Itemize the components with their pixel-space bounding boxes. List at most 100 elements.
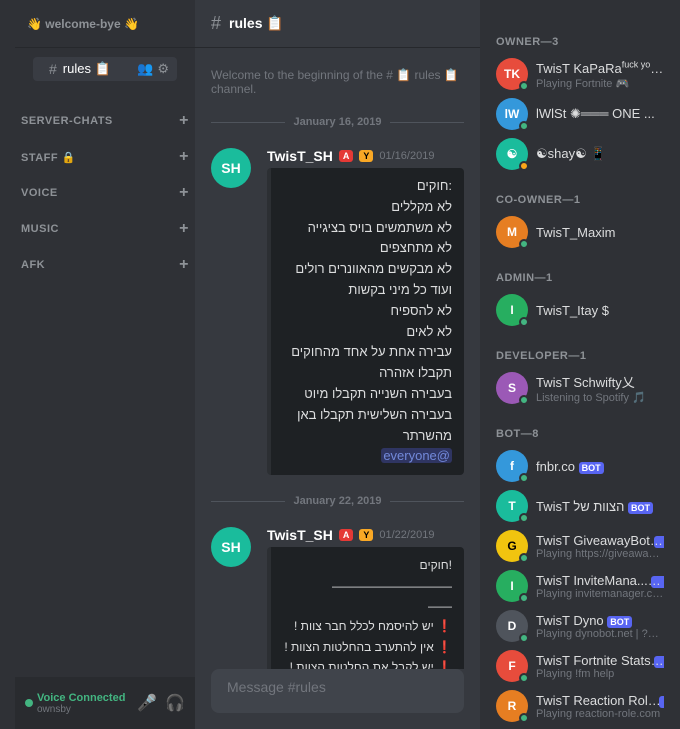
voice-status-bar: Voice Connected ownsby 🎤 🎧 — [15, 677, 195, 729]
member-item-schwifty[interactable]: S TwisT Schwifty乂 Listening to Spotify 🎵 — [488, 368, 672, 408]
member-category-bot: BOT—8 — [488, 412, 672, 446]
category-staff[interactable]: STAFF 🔒 + — [15, 134, 195, 170]
headphone-icon[interactable]: 🎧 — [165, 693, 185, 713]
avatar-2: SH — [211, 527, 251, 567]
badge-a-2: A — [339, 529, 354, 541]
member-item-maxim[interactable]: M TwisT_Maxim — [488, 212, 672, 252]
member-item-giveaway[interactable]: G TwisT GiveawayBot BOT Playing https://… — [488, 526, 672, 566]
status-dot-itay — [519, 317, 529, 327]
voice-indicator: Voice Connected ownsby — [25, 692, 131, 715]
member-status-schwifty: Listening to Spotify 🎵 — [536, 391, 664, 404]
add-channel-music-icon[interactable]: + — [179, 220, 189, 238]
message-2: SH TwisT_SH A Y 01/22/2019 !חוקים ——————… — [195, 523, 480, 669]
member-status-kapara: Playing Fortnite 🎮 — [536, 77, 664, 90]
chat-messages: Welcome to the beginning of the # 📋 rule… — [195, 48, 480, 669]
member-item-kapara[interactable]: TK TwisT KaPaRafuck you 乂 Playing Fortni… — [488, 54, 672, 94]
member-item-fortnite[interactable]: F TwisT Fortnite Stats BOT Playing !fm h… — [488, 646, 672, 686]
server-name-text: 👋 welcome-bye 👋 — [27, 17, 139, 31]
member-item-shay[interactable]: ☯ ☯shay☯ 📱 — [488, 134, 672, 174]
avatar-giveaway: G — [496, 530, 528, 562]
voice-username: ownsby — [37, 704, 125, 715]
category-server-chats[interactable]: SERVER-CHATS + — [15, 98, 195, 134]
member-info-dyno: TwisT Dyno BOT Playing dynobot.net | ?he… — [536, 613, 664, 640]
member-name-fortnite: TwisT Fortnite Stats BOT — [536, 653, 664, 668]
author-name-2: TwisT_SH — [267, 527, 333, 543]
member-item-lwist[interactable]: lW lWlSt ✺═══ ONE ... — [488, 94, 672, 134]
channel-list: SERVER-CHATS + STAFF 🔒 + VOICE + MUSIC +… — [15, 90, 195, 677]
member-info-fnbr: fnbr.co BOT — [536, 459, 664, 474]
add-channel-staff-icon[interactable]: + — [179, 148, 189, 166]
chat-input[interactable]: Message #rules — [211, 669, 464, 713]
avatar-fortnite: F — [496, 650, 528, 682]
member-status-invite: Playing invitemanager.co - 6913t s... — [536, 588, 664, 600]
member-info-kapara: TwisT KaPaRafuck you 乂 Playing Fortnite … — [536, 58, 664, 90]
channel-action-icons: 👥 ⚙ — [137, 61, 169, 77]
add-channel-voice-icon[interactable]: + — [179, 184, 189, 202]
date-divider-1: January 16, 2019 — [211, 116, 464, 128]
welcome-channel[interactable]: 👋 welcome-bye 👋 — [27, 17, 139, 31]
member-item-invite[interactable]: I TwisT InviteMana... BOT Playing invite… — [488, 566, 672, 606]
status-dot-fnbr — [519, 473, 529, 483]
message-1: SH TwisT_SH A Y 01/16/2019 :חוקיםלא מקלל… — [195, 144, 480, 479]
status-dot-invite — [519, 593, 529, 603]
badge-y-2: Y — [359, 529, 373, 541]
bot-badge-invite: BOT — [651, 576, 664, 588]
avatar-itay: I — [496, 294, 528, 326]
voice-info: Voice Connected ownsby — [37, 692, 125, 715]
member-status-fortnite: Playing !fm help — [536, 668, 664, 680]
channel-item-rules[interactable]: # rules 📋 👥 ⚙ — [33, 57, 177, 81]
member-item-dyno[interactable]: D TwisT Dyno BOT Playing dynobot.net | ?… — [488, 606, 672, 646]
microphone-icon[interactable]: 🎤 — [137, 693, 157, 713]
message-embed-1: :חוקיםלא מקלליםלא משתמשים בויס בציגייהלא… — [267, 168, 464, 475]
member-item-fnbr[interactable]: f fnbr.co BOT — [488, 446, 672, 486]
bot-badge-tzevet: BOT — [628, 502, 653, 514]
avatar-shay: ☯ — [496, 138, 528, 170]
status-dot-schwifty — [519, 395, 529, 405]
add-channel-afk-icon[interactable]: + — [179, 256, 189, 274]
voice-actions: 🎤 🎧 — [137, 693, 185, 713]
avatar-kapara: TK — [496, 58, 528, 90]
channel-rules-label: rules 📋 — [63, 61, 111, 77]
category-music[interactable]: MUSIC + — [15, 206, 195, 242]
member-info-shay: ☯shay☯ 📱 — [536, 146, 664, 162]
member-name-shay: ☯shay☯ 📱 — [536, 146, 664, 162]
member-category-owner: OWNER—3 — [488, 20, 672, 54]
bot-badge-dyno: BOT — [607, 616, 632, 628]
embed-text-2: !חוקים —————————— —— ❗ יש להיסמח לכלל חב… — [283, 555, 452, 669]
member-info-giveaway: TwisT GiveawayBot BOT Playing https://gi… — [536, 533, 664, 560]
message-content-2: TwisT_SH A Y 01/22/2019 !חוקים —————————… — [267, 527, 464, 669]
date-label-1: January 16, 2019 — [293, 116, 381, 128]
member-item-reaction-role[interactable]: R TwisT Reaction Role BOT Playing reacti… — [488, 686, 672, 726]
members-icon[interactable]: 👥 — [137, 61, 153, 77]
member-info-maxim: TwisT_Maxim — [536, 225, 664, 240]
member-status-giveaway: Playing https://giveawaybot.p — [536, 548, 664, 560]
member-name-dyno: TwisT Dyno BOT — [536, 613, 664, 628]
date-label-2: January 22, 2019 — [293, 495, 381, 507]
chat-input-area: Message #rules — [195, 669, 480, 729]
members-panel: OWNER—3 TK TwisT KaPaRafuck you 乂 Playin… — [480, 0, 680, 729]
status-dot-maxim — [519, 239, 529, 249]
avatar-maxim: M — [496, 216, 528, 248]
member-item-tzevet[interactable]: T TwisT הצוות של BOT — [488, 486, 672, 526]
category-afk[interactable]: AFK + — [15, 242, 195, 278]
member-name-itay: TwisT_Itay $ — [536, 303, 664, 318]
member-name-lwist: lWlSt ✺═══ ONE ... — [536, 106, 664, 122]
category-voice[interactable]: VOICE + — [15, 170, 195, 206]
divider-line-right-2 — [390, 501, 464, 502]
message-header-1: TwisT_SH A Y 01/16/2019 — [267, 148, 464, 164]
avatar-initials: SH — [221, 160, 240, 176]
chat-input-placeholder: Message #rules — [227, 679, 326, 695]
author-name-1: TwisT_SH — [267, 148, 333, 164]
status-dot-tzevet — [519, 513, 529, 523]
main-chat: # rules 📋 Welcome to the beginning of th… — [195, 0, 480, 729]
member-info-schwifty: TwisT Schwifty乂 Listening to Spotify 🎵 — [536, 372, 664, 404]
system-message-text: Welcome to the beginning of the # 📋 rule… — [211, 68, 459, 96]
member-name-maxim: TwisT_Maxim — [536, 225, 664, 240]
hash-icon: # — [49, 61, 57, 77]
add-channel-icon[interactable]: + — [179, 112, 189, 130]
settings-icon[interactable]: ⚙ — [157, 61, 169, 77]
member-item-itay[interactable]: I TwisT_Itay $ — [488, 290, 672, 330]
embed-text-1: :חוקיםלא מקלליםלא משתמשים בויס בציגייהלא… — [283, 176, 452, 467]
server-name[interactable]: 👋 welcome-bye 👋 — [27, 17, 139, 31]
avatar-dyno: D — [496, 610, 528, 642]
